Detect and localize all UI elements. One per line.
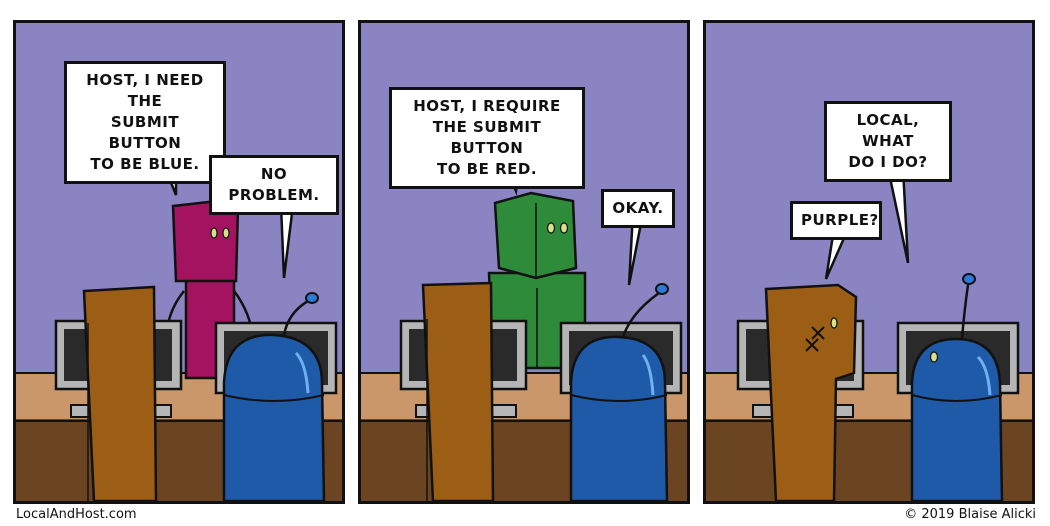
- comic-panel-1: HOST, I NEED THE SUBMIT BUTTON TO BE BLU…: [13, 20, 345, 504]
- comic-panel-3: LOCAL, WHAT DO I DO? PURPLE?: [703, 20, 1035, 504]
- speech-bubble: HOST, I REQUIRE THE SUBMIT BUTTON TO BE …: [389, 87, 585, 189]
- speech-bubble: LOCAL, WHAT DO I DO?: [824, 101, 952, 182]
- copyright-credit: © 2019 Blaise Alicki: [904, 507, 1036, 522]
- speech-bubble: HOST, I NEED THE SUBMIT BUTTON TO BE BLU…: [64, 61, 226, 184]
- speech-bubble: PURPLE?: [790, 201, 882, 240]
- comic-panel-2: HOST, I REQUIRE THE SUBMIT BUTTON TO BE …: [358, 20, 690, 504]
- speech-bubble: NO PROBLEM.: [209, 155, 339, 215]
- site-credit: LocalAndHost.com: [16, 507, 137, 522]
- host-robot: [910, 273, 1004, 501]
- local-character: [82, 285, 158, 501]
- speech-bubble: OKAY.: [601, 189, 675, 228]
- panel-3-scene: [706, 147, 1032, 501]
- local-character: [421, 281, 495, 501]
